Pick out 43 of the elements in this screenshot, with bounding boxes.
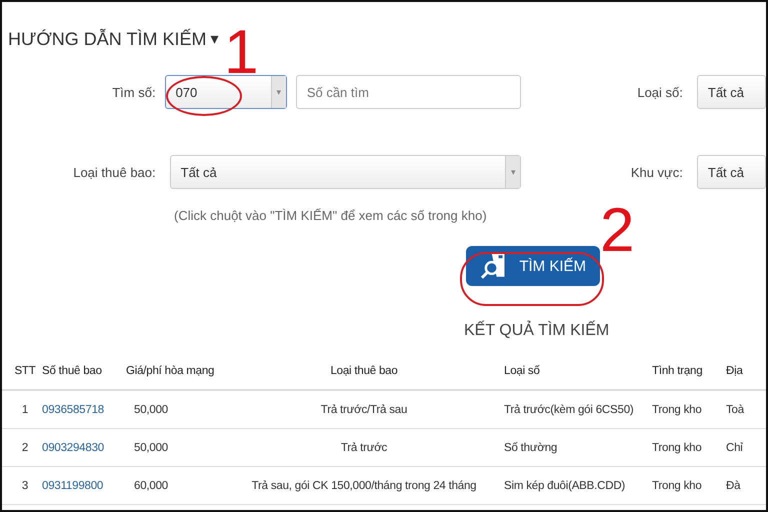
- results-title: KẾT QUẢ TÌM KIẾM: [464, 322, 610, 339]
- area-select[interactable]: Tất cả: [696, 155, 766, 189]
- table-cell: Trả sau, gói CK 150,000/tháng trong 24 tháng: [230, 466, 498, 504]
- column-header: Số thuê bao: [42, 352, 122, 390]
- search-button[interactable]: TÌM KIẾM: [466, 246, 600, 286]
- table-cell: 2: [2, 428, 42, 466]
- number-input-field[interactable]: Số cần tìm: [296, 75, 522, 109]
- table-cell: Đà: [726, 466, 766, 504]
- table-cell: 50,000: [122, 390, 230, 428]
- table-cell: 50,000: [122, 428, 230, 466]
- table-cell: Trả trước: [230, 428, 498, 466]
- column-header: Loại thuê bao: [230, 352, 498, 390]
- guide-title[interactable]: HƯỚNG DẪN TÌM KIẾM: [8, 28, 206, 50]
- number-type-select[interactable]: Tất cả: [696, 75, 766, 109]
- phone-number-link[interactable]: 0903294830: [42, 428, 122, 466]
- table-cell: Số thường: [498, 428, 652, 466]
- table-cell: Chỉ: [726, 428, 766, 466]
- table-cell: 1: [2, 390, 42, 428]
- table-cell: 60,000: [122, 466, 230, 504]
- prefix-select[interactable]: 070 ▾: [164, 75, 287, 109]
- field-label: Khu vực:: [630, 164, 683, 180]
- table-cell: Trả trước/Trả sau: [230, 390, 498, 428]
- table-cell: Trong kho: [652, 390, 726, 428]
- field-label: Loại số:: [636, 84, 683, 100]
- table-cell: Trong kho: [652, 466, 726, 504]
- table-cell: Toà: [726, 390, 766, 428]
- column-header: Tình trạng: [652, 352, 726, 390]
- column-header: Địa: [726, 352, 766, 390]
- field-label: Loại thuê bao:: [72, 164, 156, 180]
- subscriber-type-select[interactable]: Tất cả ▾: [170, 155, 522, 189]
- hint-text: (Click chuột vào "TÌM KIẾM" để xem các số trong kho): [174, 208, 487, 223]
- table-cell: Trong kho: [652, 428, 726, 466]
- table-cell: Trả trước(kèm gói 6CS50): [498, 390, 652, 428]
- column-header: STT: [2, 352, 42, 390]
- annotation-number: 2: [600, 200, 634, 262]
- table-cell: 3: [2, 466, 42, 504]
- column-header: Giá/phí hòa mạng: [122, 352, 230, 390]
- phone-number-link[interactable]: 0936585718: [42, 390, 122, 428]
- phone-number-link[interactable]: 0931199800: [42, 466, 122, 504]
- column-header: Loại số: [498, 352, 652, 390]
- table-cell: Sim kép đuôi(ABB.CDD): [498, 466, 652, 504]
- caret-icon[interactable]: ▾: [210, 29, 218, 49]
- field-label: Tìm số:: [111, 84, 156, 100]
